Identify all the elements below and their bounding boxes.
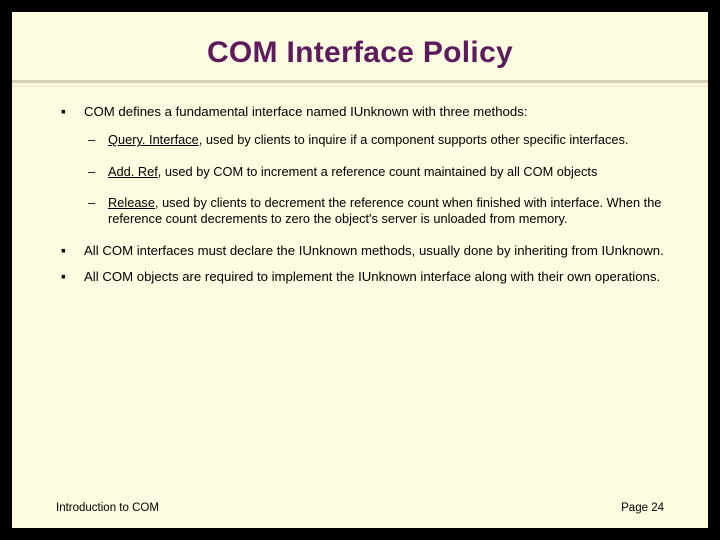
footer-left: Introduction to COM [56, 502, 159, 514]
slide: COM Interface Policy COM defines a funda… [12, 12, 708, 528]
slide-footer: Introduction to COM Page 24 [56, 502, 664, 514]
method-name: Add. Ref [108, 164, 158, 179]
slide-content: COM defines a fundamental interface name… [56, 104, 664, 285]
bullet-list: COM defines a fundamental interface name… [56, 104, 664, 285]
sub-bullet-list: Query. Interface, used by clients to inq… [84, 132, 664, 226]
slide-title: COM Interface Policy [56, 36, 664, 70]
title-separator [12, 80, 708, 86]
bullet-item: COM defines a fundamental interface name… [56, 104, 664, 227]
method-name: Release [108, 195, 155, 210]
bullet-text: All COM interfaces must declare the IUnk… [84, 243, 664, 258]
bullet-item: All COM objects are required to implemen… [56, 269, 664, 285]
method-name: Query. Interface [108, 132, 199, 147]
method-desc: , used by clients to decrement the refer… [108, 195, 661, 226]
method-desc: , used by clients to inquire if a compon… [199, 132, 629, 147]
bullet-text: All COM objects are required to implemen… [84, 269, 660, 284]
bullet-item: All COM interfaces must declare the IUnk… [56, 243, 664, 259]
bullet-text: COM defines a fundamental interface name… [84, 104, 527, 119]
method-desc: , used by COM to increment a reference c… [158, 164, 598, 179]
sub-bullet-item: Query. Interface, used by clients to inq… [84, 132, 664, 148]
sub-bullet-item: Add. Ref, used by COM to increment a ref… [84, 164, 664, 180]
footer-right: Page 24 [621, 502, 664, 514]
sub-bullet-item: Release, used by clients to decrement th… [84, 195, 664, 226]
